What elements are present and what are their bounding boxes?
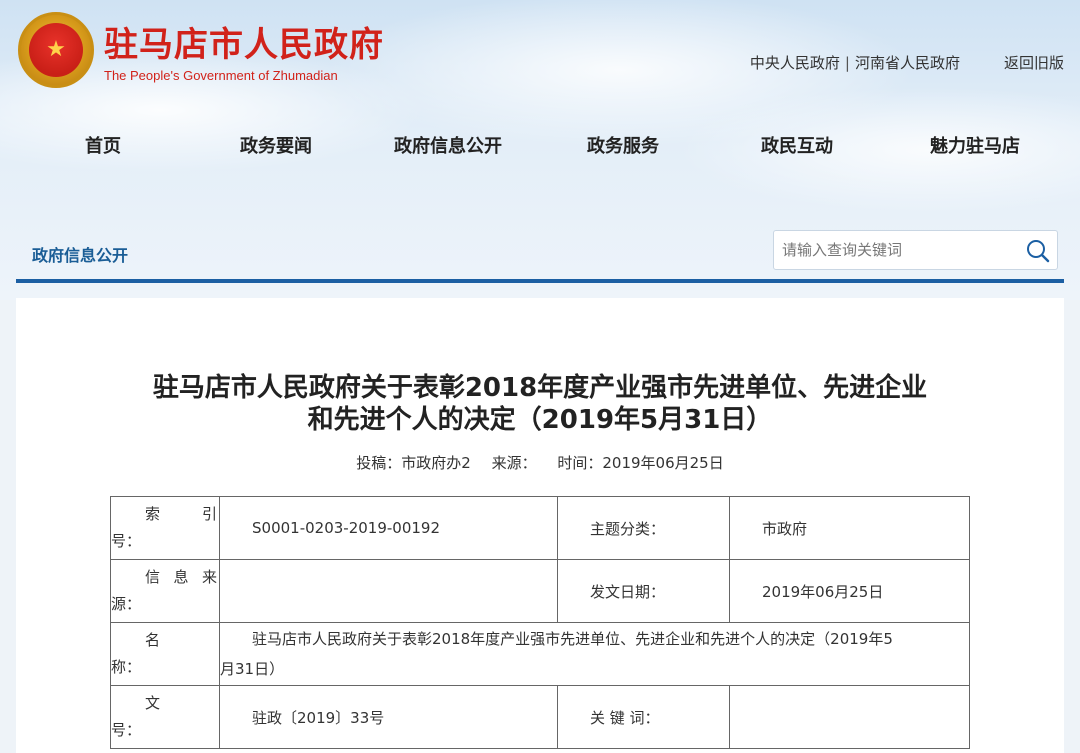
link-henan-government[interactable]: 河南省人民政府 [855, 52, 960, 73]
docno-label-char: 号： [111, 721, 142, 739]
nav-item-services[interactable]: 政务服务 [587, 132, 659, 158]
date-label: 发文日期： [557, 559, 730, 623]
search-input[interactable] [782, 239, 1012, 261]
source-value [219, 559, 558, 623]
nav-item-home[interactable]: 首页 [85, 132, 121, 158]
index-label-char: 引 [201, 505, 217, 523]
article-panel: 驻马店市人民政府关于表彰2018年度产业强市先进单位、先进企业 和先进个人的决定… [16, 298, 1064, 753]
main-nav: 首页 政务要闻 政府信息公开 政务服务 政民互动 魅力驻马店 [0, 132, 1080, 162]
docno-label: 文 号： [110, 685, 220, 749]
category-label: 主题分类： [557, 496, 730, 560]
info-table: 索 引 号： S0001-0203-2019-00192 主题分类： 市政府 信… [110, 496, 970, 749]
link-central-government[interactable]: 中央人民政府 [750, 52, 840, 73]
index-label-char: 索 [145, 505, 161, 523]
index-value: S0001-0203-2019-00192 [219, 496, 558, 560]
source-label-char: 源： [111, 595, 142, 613]
keywords-value [729, 685, 970, 749]
nav-item-interaction[interactable]: 政民互动 [761, 132, 833, 158]
article-title-line1: 驻马店市人民政府关于表彰2018年度产业强市先进单位、先进企业 [152, 373, 928, 403]
keywords-label: 关 键 词： [557, 685, 730, 749]
source-label-char: 息 [173, 568, 189, 586]
table-row: 名 称： 驻马店市人民政府关于表彰2018年度产业强市先进单位、先进企业和先进个… [110, 622, 970, 686]
table-row: 索 引 号： S0001-0203-2019-00192 主题分类： 市政府 [110, 496, 970, 560]
search-box [773, 230, 1058, 270]
source-label-char: 来 [201, 568, 217, 586]
docno-value: 驻政〔2019〕33号 [219, 685, 558, 749]
name-label-char: 名 [145, 631, 161, 649]
site-name-en: The People's Government of Zhumadian [104, 68, 338, 83]
source-label: 信 息 来 源： [110, 559, 220, 623]
docno-label-char: 文 [145, 694, 161, 712]
article-meta: 投稿：市政府办2 来源： 时间：2019年06月25日 [16, 452, 1064, 473]
name-value-line2: 月31日） [220, 660, 285, 678]
meta-submitter: 投稿：市政府办2 [356, 454, 471, 472]
source-label-char: 信 [145, 568, 161, 586]
nav-item-info-disclosure[interactable]: 政府信息公开 [394, 132, 502, 158]
index-label-char: 号： [111, 532, 142, 550]
search-icon[interactable] [1025, 238, 1051, 264]
index-label: 索 引 号： [110, 496, 220, 560]
meta-time: 时间：2019年06月25日 [557, 454, 724, 472]
section-title[interactable]: 政府信息公开 [32, 242, 128, 266]
article-title-line2: 和先进个人的决定（2019年5月31日） [307, 405, 773, 435]
category-value: 市政府 [729, 496, 970, 560]
nav-item-charm-zhumadian[interactable]: 魅力驻马店 [930, 132, 1020, 158]
return-old-version-link[interactable]: 返回旧版 [1004, 52, 1064, 73]
name-value: 驻马店市人民政府关于表彰2018年度产业强市先进单位、先进企业和先进个人的决定（… [219, 622, 970, 686]
site-logo[interactable]: ★ 驻马店市人民政府 The People's Government of Zh… [18, 12, 384, 88]
name-label-char: 称： [111, 658, 142, 676]
article-title: 驻马店市人民政府关于表彰2018年度产业强市先进单位、先进企业 和先进个人的决定… [16, 372, 1064, 436]
national-emblem-icon: ★ [18, 12, 94, 88]
name-value-line1: 驻马店市人民政府关于表彰2018年度产业强市先进单位、先进企业和先进个人的决定（… [252, 630, 893, 648]
date-value: 2019年06月25日 [729, 559, 970, 623]
link-separator: | [844, 53, 850, 72]
table-row: 信 息 来 源： 发文日期： 2019年06月25日 [110, 559, 970, 623]
name-label: 名 称： [110, 622, 220, 686]
table-row: 文 号： 驻政〔2019〕33号 关 键 词： [110, 685, 970, 749]
nav-item-news[interactable]: 政务要闻 [240, 132, 312, 158]
meta-source: 来源： [491, 454, 537, 472]
site-name-cn: 驻马店市人民政府 [104, 25, 384, 65]
section-divider [16, 279, 1064, 283]
top-links: 中央人民政府 | 河南省人民政府 返回旧版 [750, 52, 1064, 73]
